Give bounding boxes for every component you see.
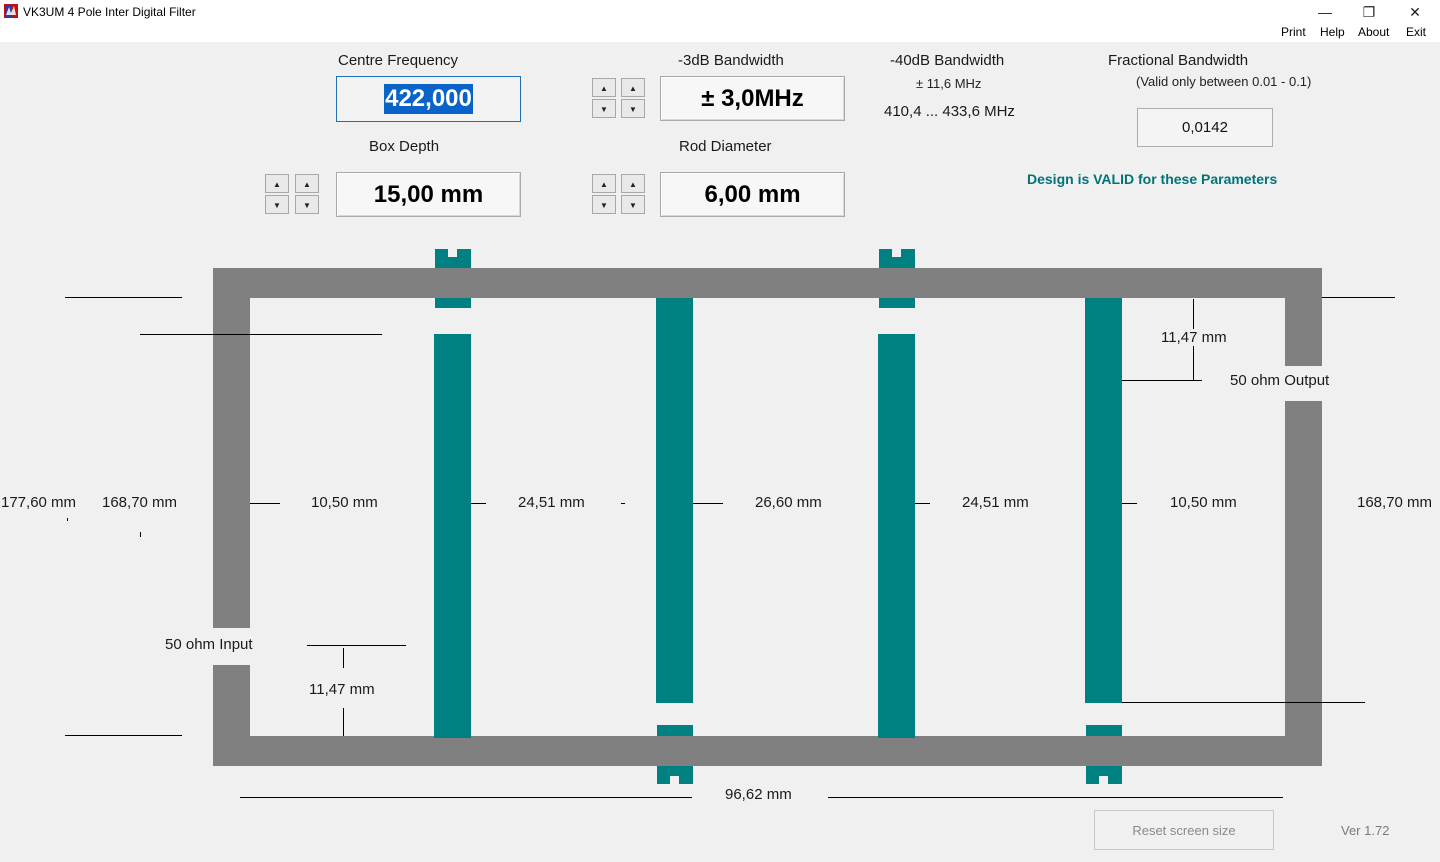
bandwidth-3db-field[interactable]: ± 3,0MHz: [660, 76, 845, 121]
box-depth-label: Box Depth: [369, 138, 440, 155]
menu-exit[interactable]: Exit: [1406, 25, 1426, 39]
rod-1-top-stub: [435, 298, 471, 308]
bandwidth-3db-label: -3dB Bandwidth: [678, 52, 784, 69]
inner-height-right-dimension: 168,70 mm: [1357, 494, 1433, 511]
right-height-top-line: [1322, 297, 1395, 298]
centre-frequency-value: 422,000: [384, 84, 473, 114]
outer-height-top-line: [65, 297, 182, 298]
bandwidth-3db-fine-up-button[interactable]: ▲: [621, 78, 645, 97]
spacing-1-dimension: 10,50 mm: [311, 494, 378, 511]
bandwidth-3db-fine-down-button[interactable]: ▼: [621, 99, 645, 118]
rod-4-bottom-stub: [1086, 725, 1122, 736]
centre-frequency-label: Centre Frequency: [338, 52, 459, 69]
input-tap-vertical-line-upper: [343, 648, 344, 668]
box-top-wall: [213, 268, 1322, 298]
spacing-5-line: [1122, 503, 1137, 504]
box-depth-field[interactable]: 15,00 mm: [336, 172, 521, 217]
close-button[interactable]: ✕: [1404, 2, 1426, 22]
spacing-2-line: [471, 503, 486, 504]
box-right-wall-lower: [1285, 401, 1322, 736]
outer-height-tick: [67, 518, 68, 521]
box-bottom-wall: [213, 736, 1322, 766]
rod-diameter-coarse-down-button[interactable]: ▼: [592, 195, 616, 214]
box-depth-fine-down-button[interactable]: ▼: [295, 195, 319, 214]
version-label: Ver 1.72: [1341, 823, 1390, 838]
minimize-button[interactable]: —: [1314, 2, 1336, 22]
rod-1: [434, 334, 471, 738]
box-depth-coarse-up-button[interactable]: ▲: [265, 174, 289, 193]
spacing-2-end-line: [621, 503, 625, 504]
rod-3-nut-slot: [892, 249, 901, 257]
rod-4-length-line: [1122, 702, 1365, 703]
box-depth-fine-up-button[interactable]: ▲: [295, 174, 319, 193]
rod-diameter-field[interactable]: 6,00 mm: [660, 172, 845, 217]
fractional-bandwidth-label: Fractional Bandwidth: [1108, 52, 1249, 69]
menu-about[interactable]: About: [1358, 25, 1389, 39]
rod-2-bottom-stub: [657, 725, 693, 736]
rod-1-nut-slot: [448, 249, 457, 257]
box-depth-coarse-down-button[interactable]: ▼: [265, 195, 289, 214]
reset-screen-size-button[interactable]: Reset screen size: [1094, 810, 1274, 850]
spacing-2-dimension: 24,51 mm: [518, 494, 585, 511]
rod-2-nut-slot: [670, 776, 679, 784]
bandwidth-40db-range: 410,4 ... 433,6 MHz: [884, 103, 1015, 120]
menu-help[interactable]: Help: [1320, 25, 1345, 39]
box-width-line-left: [240, 797, 692, 798]
design-status: Design is VALID for these Parameters: [1027, 171, 1278, 187]
bandwidth-40db-value: ± 11,6 MHz: [916, 76, 982, 91]
input-tap-line: [307, 645, 406, 646]
rod-4: [1085, 298, 1122, 703]
box-left-wall-upper: [213, 298, 250, 628]
rod-diameter-fine-up-button[interactable]: ▲: [621, 174, 645, 193]
rod-4-nut-slot: [1099, 776, 1108, 784]
fractional-bandwidth-value: 0,0142: [1137, 108, 1273, 147]
spacing-3-line: [693, 503, 723, 504]
rod-3: [878, 334, 915, 738]
output-tap-dimension: 11,47 mm: [1161, 329, 1227, 346]
outer-height-bottom-line: [65, 735, 182, 736]
spacing-5-dimension: 10,50 mm: [1170, 494, 1237, 511]
spacing-4-dimension: 24,51 mm: [962, 494, 1029, 511]
spacing-4-line: [915, 503, 930, 504]
app-icon: [4, 4, 18, 18]
input-tap-dimension: 11,47 mm: [309, 681, 375, 698]
box-width-dimension: 96,62 mm: [725, 786, 792, 803]
bandwidth-40db-label: -40dB Bandwidth: [890, 52, 1005, 69]
rod-2: [656, 298, 693, 703]
centre-frequency-input[interactable]: 422,000: [336, 76, 521, 122]
spacing-1-line: [250, 503, 280, 504]
menu-print[interactable]: Print: [1281, 25, 1306, 39]
window-title: VK3UM 4 Pole Inter Digital Filter: [23, 5, 196, 19]
inner-height-tick: [140, 532, 141, 537]
output-port-label: 50 ohm Output: [1230, 372, 1330, 389]
input-tap-vertical-line-lower: [343, 708, 344, 736]
outer-height-dimension: 177,60 mm: [1, 494, 77, 511]
inner-height-left-dimension: 168,70 mm: [102, 494, 178, 511]
rod-diameter-fine-down-button[interactable]: ▼: [621, 195, 645, 214]
inner-height-top-line: [140, 334, 382, 335]
box-right-wall-upper: [1285, 298, 1322, 366]
rod-3-top-stub: [879, 298, 915, 308]
rod-diameter-label: Rod Diameter: [679, 138, 772, 155]
fractional-bandwidth-note: (Valid only between 0.01 - 0.1): [1136, 74, 1312, 89]
restore-button[interactable]: ❐: [1358, 2, 1380, 22]
box-width-line-right: [828, 797, 1283, 798]
bandwidth-3db-coarse-down-button[interactable]: ▼: [592, 99, 616, 118]
rod-diameter-coarse-up-button[interactable]: ▲: [592, 174, 616, 193]
output-tap-line: [1122, 380, 1202, 381]
title-bar: [0, 0, 1440, 42]
box-left-wall-lower: [213, 665, 250, 736]
input-port-label: 50 ohm Input: [165, 636, 253, 653]
bandwidth-3db-coarse-up-button[interactable]: ▲: [592, 78, 616, 97]
spacing-3-dimension: 26,60 mm: [755, 494, 822, 511]
